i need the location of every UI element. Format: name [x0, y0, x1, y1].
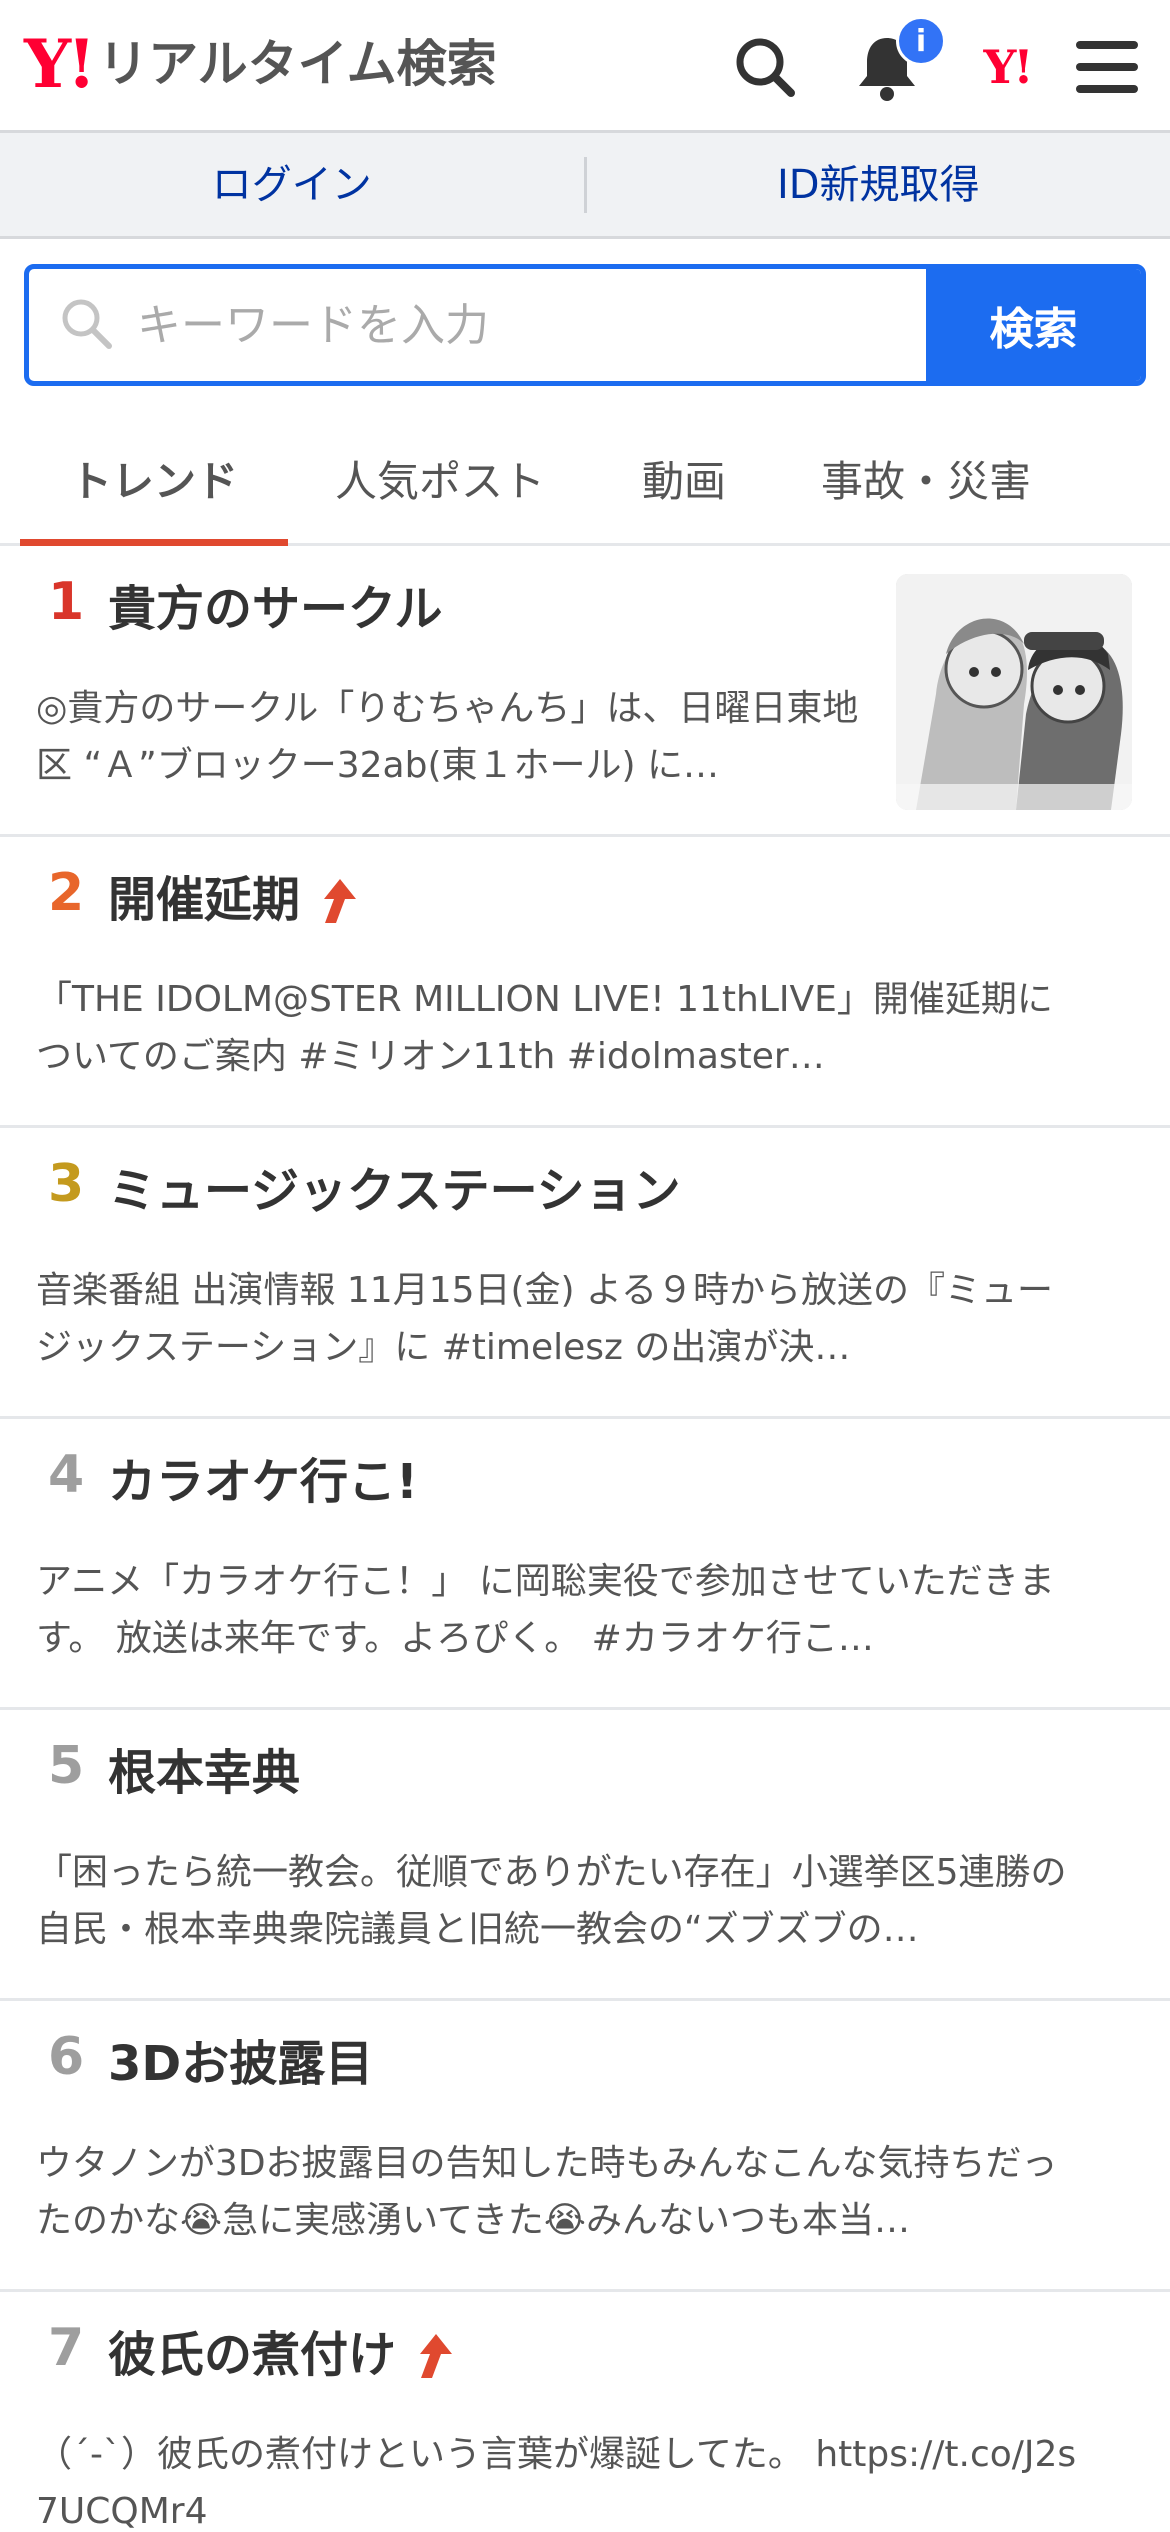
yahoo-logo-mark: Y!	[24, 25, 96, 103]
trend-description: ◎貴方のサークル「りむちゃんち」は、日曜日東地区 “Ａ”ブロックー32ab(東１…	[36, 688, 859, 786]
tab-accidents-disasters[interactable]: 事故・災害	[796, 410, 1056, 546]
tab-popular-posts[interactable]: 人気ポスト	[300, 410, 580, 546]
trend-title-row: 貴方のサークル	[108, 581, 443, 637]
category-tabs: トレンド 人気ポスト 動画 事故・災害	[0, 410, 1170, 546]
trend-title-row: カラオケ行こ!	[108, 1454, 418, 1510]
app-header: Y! リアルタイム検索 i Y!	[0, 0, 1170, 133]
trend-title-row: 彼氏の煮付け	[108, 2327, 454, 2383]
trend-title[interactable]: 根本幸典	[108, 1745, 300, 1801]
trend-list: 1 貴方のサークル ◎貴方のサークル「りむちゃんち」は、日曜日東地区 “Ａ”ブロ…	[0, 546, 1170, 2532]
trend-description: 「THE IDOLM@STER MILLION LIVE! 11thLIVE」開…	[36, 979, 1053, 1077]
trend-item[interactable]: 2 開催延期 「THE IDOLM@STER MILLION LIVE! 11t…	[0, 837, 1170, 1128]
trend-title[interactable]: ミュージックステーション	[108, 1163, 681, 1219]
notification-badge[interactable]: i	[896, 16, 946, 66]
trend-title[interactable]: 3Dお披露目	[108, 2036, 373, 2092]
trend-rank: 2	[48, 863, 85, 923]
rising-arrow-icon	[410, 2332, 454, 2380]
trend-rank: 6	[48, 2027, 85, 2087]
trend-title[interactable]: 貴方のサークル	[108, 581, 443, 637]
trend-rank: 5	[48, 1736, 85, 1796]
logo-title: リアルタイム検索	[98, 35, 497, 93]
trend-title-row: ミュージックステーション	[108, 1163, 681, 1219]
trend-description: 「困ったら統一教会。従順でありがたい存在」小選挙区5連勝の自民・根本幸典衆院議員…	[36, 1852, 1067, 1950]
login-link[interactable]: ログイン	[0, 132, 584, 238]
trend-title[interactable]: 彼氏の煮付け	[108, 2327, 396, 2383]
trend-rank: 4	[48, 1445, 85, 1505]
trend-item[interactable]: 3 ミュージックステーション 󠁿󠁿音楽番組 出演情報 󠁿11月15日(金) よる…	[0, 1128, 1170, 1419]
trend-title-row: 3Dお披露目	[108, 2036, 373, 2092]
trend-title[interactable]: 開催延期	[108, 872, 300, 928]
trend-title-row: 開催延期	[108, 872, 358, 928]
trend-rank: 3	[48, 1154, 85, 1214]
trend-description: アニメ「カラオケ行こ！」 に岡聡実役で参加させていただきます。 放送は来年です。…	[36, 1561, 1055, 1659]
search-button[interactable]: 検索	[926, 269, 1141, 381]
search-icon[interactable]	[720, 22, 810, 112]
rising-arrow-icon	[314, 877, 358, 925]
login-bar: ログイン ID新規取得	[0, 133, 1170, 239]
yahoo-realtime-logo[interactable]: Y! リアルタイム検索	[24, 28, 497, 100]
trend-rank: 7	[48, 2318, 85, 2378]
trend-rank: 1	[48, 572, 85, 632]
search-field[interactable]	[29, 269, 926, 381]
active-tab-indicator	[20, 539, 288, 546]
search-input[interactable]	[137, 299, 837, 351]
trend-thumbnail[interactable]	[896, 574, 1132, 810]
register-link[interactable]: ID新規取得	[587, 132, 1170, 238]
trend-item[interactable]: 1 貴方のサークル ◎貴方のサークル「りむちゃんち」は、日曜日東地区 “Ａ”ブロ…	[0, 546, 1170, 837]
trend-item[interactable]: 4 カラオケ行こ! アニメ「カラオケ行こ！」 に岡聡実役で参加させていただきます…	[0, 1419, 1170, 1710]
trend-item[interactable]: 7 彼氏の煮付け （´-`）彼氏の煮付けという言葉が爆誕してた。 https:/…	[0, 2292, 1170, 2532]
trend-title-row: 根本幸典	[108, 1745, 300, 1801]
search-field-icon	[59, 296, 113, 354]
hamburger-menu-icon[interactable]	[1062, 22, 1152, 112]
trend-description: ウタノンが3Dお披露目の告知した時もみんなこんな気持ちだったのかな😭急に実感湧い…	[36, 2143, 1058, 2241]
yahoo-japan-icon[interactable]: Y!	[962, 22, 1052, 112]
trend-item[interactable]: 5 根本幸典 「困ったら統一教会。従順でありがたい存在」小選挙区5連勝の自民・根…	[0, 1710, 1170, 2001]
search-form: 検索	[24, 264, 1146, 386]
trend-description: 󠁿󠁿音楽番組 出演情報 󠁿11月15日(金) よる９時から放送の『ミュージックス…	[36, 1270, 1053, 1368]
trend-description: （´-`）彼氏の煮付けという言葉が爆誕してた。 https://t.co/J2s…	[36, 2434, 1077, 2532]
tab-videos[interactable]: 動画	[594, 410, 774, 546]
trend-title[interactable]: カラオケ行こ!	[108, 1454, 418, 1510]
tab-trend[interactable]: トレンド	[20, 410, 288, 546]
trend-item[interactable]: 6 3Dお披露目 ウタノンが3Dお披露目の告知した時もみんなこんな気持ちだったの…	[0, 2001, 1170, 2292]
